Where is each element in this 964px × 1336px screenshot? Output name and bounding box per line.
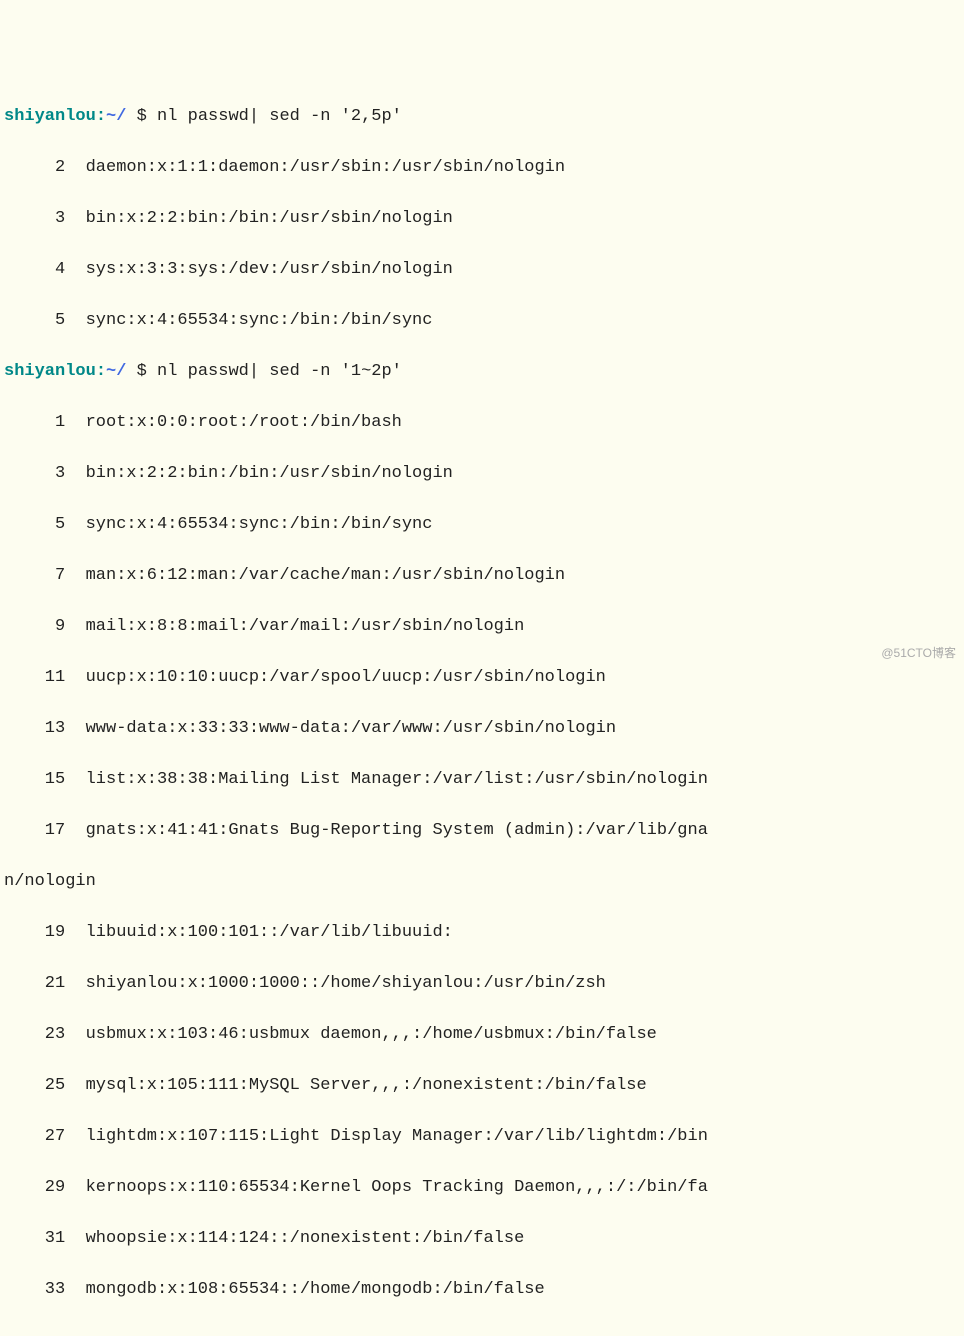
line-number: 23 — [4, 1022, 65, 1048]
output-line: 21 shiyanlou:x:1000:1000::/home/shiyanlou… — [4, 971, 960, 997]
line-text: lightdm:x:107:115:Light Display Manager:… — [86, 1127, 708, 1146]
line-number: 19 — [4, 920, 65, 946]
output-line: 11 uucp:x:10:10:uucp:/var/spool/uucp:/usr… — [4, 665, 960, 691]
output-line: 25 mysql:x:105:111:MySQL Server,,,:/nonex… — [4, 1073, 960, 1099]
line-text: gnats:x:41:41:Gnats Bug-Reporting System… — [86, 821, 708, 840]
line-number: 3 — [4, 461, 65, 487]
output-line: 1 root:x:0:0:root:/root:/bin/bash — [4, 410, 960, 436]
line-text: daemon:x:1:1:daemon:/usr/sbin:/usr/sbin/… — [86, 158, 565, 177]
line-text: whoopsie:x:114:124::/nonexistent:/bin/fa… — [86, 1229, 525, 1248]
output-line: 27 lightdm:x:107:115:Light Display Manage… — [4, 1124, 960, 1150]
line-text: mongodb:x:108:65534::/home/mongodb:/bin/… — [86, 1280, 545, 1299]
line-text: sys:x:3:3:sys:/dev:/usr/sbin/nologin — [86, 260, 453, 279]
prompt-sep: : — [96, 362, 106, 381]
line-number: 5 — [4, 308, 65, 334]
line-text: man:x:6:12:man:/var/cache/man:/usr/sbin/… — [86, 566, 565, 585]
line-number: 7 — [4, 563, 65, 589]
line-number: 25 — [4, 1073, 65, 1099]
line-text: list:x:38:38:Mailing List Manager:/var/l… — [86, 770, 708, 789]
line-number: 17 — [4, 818, 65, 844]
prompt-path: ~/ — [106, 362, 126, 381]
line-text: n/nologin — [4, 872, 96, 891]
prompt-dollar: $ — [126, 362, 157, 381]
line-number: 31 — [4, 1226, 65, 1252]
line-number: 1 — [4, 410, 65, 436]
output-line: 2 daemon:x:1:1:daemon:/usr/sbin:/usr/sbin… — [4, 155, 960, 181]
line-text: kernoops:x:110:65534:Kernel Oops Trackin… — [86, 1178, 708, 1197]
output-line: 33 mongodb:x:108:65534::/home/mongodb:/bi… — [4, 1277, 960, 1303]
line-number: 27 — [4, 1124, 65, 1150]
output-line: 5 sync:x:4:65534:sync:/bin:/bin/sync — [4, 512, 960, 538]
output-line: 7 man:x:6:12:man:/var/cache/man:/usr/sbin… — [4, 563, 960, 589]
line-text: mail:x:8:8:mail:/var/mail:/usr/sbin/nolo… — [86, 617, 525, 636]
line-number: 2 — [4, 155, 65, 181]
output-line: 15 list:x:38:38:Mailing List Manager:/var… — [4, 767, 960, 793]
line-number: 4 — [4, 257, 65, 283]
prompt-user: shiyanlou — [4, 362, 96, 381]
line-text: bin:x:2:2:bin:/bin:/usr/sbin/nologin — [86, 464, 453, 483]
line-number: 15 — [4, 767, 65, 793]
watermark-text: @51CTO博客 — [881, 644, 956, 662]
prompt-line-2[interactable]: shiyanlou:~/ $ nl passwd| sed -n '1~2p' — [4, 359, 960, 385]
line-number: 33 — [4, 1277, 65, 1303]
prompt-sep: : — [96, 107, 106, 126]
output-line: 4 sys:x:3:3:sys:/dev:/usr/sbin/nologin — [4, 257, 960, 283]
line-text: libuuid:x:100:101::/var/lib/libuuid: — [86, 923, 453, 942]
output-line: 9 mail:x:8:8:mail:/var/mail:/usr/sbin/nol… — [4, 614, 960, 640]
prompt-line-1[interactable]: shiyanlou:~/ $ nl passwd| sed -n '2,5p' — [4, 104, 960, 130]
output-line: 3 bin:x:2:2:bin:/bin:/usr/sbin/nologin — [4, 206, 960, 232]
line-text: sync:x:4:65534:sync:/bin:/bin/sync — [86, 515, 433, 534]
line-text: root:x:0:0:root:/root:/bin/bash — [86, 413, 402, 432]
output-line: 5 sync:x:4:65534:sync:/bin:/bin/sync — [4, 308, 960, 334]
command-text: nl passwd| sed -n '1~2p' — [157, 362, 402, 381]
command-text: nl passwd| sed -n '2,5p' — [157, 107, 402, 126]
output-line: 3 bin:x:2:2:bin:/bin:/usr/sbin/nologin — [4, 461, 960, 487]
output-line: 31 whoopsie:x:114:124::/nonexistent:/bin/… — [4, 1226, 960, 1252]
line-text: bin:x:2:2:bin:/bin:/usr/sbin/nologin — [86, 209, 453, 228]
line-number: 5 — [4, 512, 65, 538]
line-text: uucp:x:10:10:uucp:/var/spool/uucp:/usr/s… — [86, 668, 606, 687]
output-line: 23 usbmux:x:103:46:usbmux daemon,,,:/home… — [4, 1022, 960, 1048]
line-text: sync:x:4:65534:sync:/bin:/bin/sync — [86, 311, 433, 330]
line-text: www-data:x:33:33:www-data:/var/www:/usr/… — [86, 719, 617, 738]
output-line: 19 libuuid:x:100:101::/var/lib/libuuid: — [4, 920, 960, 946]
prompt-path: ~/ — [106, 107, 126, 126]
line-text: usbmux:x:103:46:usbmux daemon,,,:/home/u… — [86, 1025, 657, 1044]
line-number: 21 — [4, 971, 65, 997]
output-wrap-line: n/nologin — [4, 869, 960, 895]
line-number: 13 — [4, 716, 65, 742]
output-line: 17 gnats:x:41:41:Gnats Bug-Reporting Syst… — [4, 818, 960, 844]
line-number: 11 — [4, 665, 65, 691]
prompt-dollar: $ — [126, 107, 157, 126]
line-text: shiyanlou:x:1000:1000::/home/shiyanlou:/… — [86, 974, 606, 993]
output-line: 29 kernoops:x:110:65534:Kernel Oops Track… — [4, 1175, 960, 1201]
prompt-user: shiyanlou — [4, 107, 96, 126]
line-text: mysql:x:105:111:MySQL Server,,,:/nonexis… — [86, 1076, 647, 1095]
line-number: 9 — [4, 614, 65, 640]
output-line: 13 www-data:x:33:33:www-data:/var/www:/us… — [4, 716, 960, 742]
line-number: 29 — [4, 1175, 65, 1201]
line-number: 3 — [4, 206, 65, 232]
